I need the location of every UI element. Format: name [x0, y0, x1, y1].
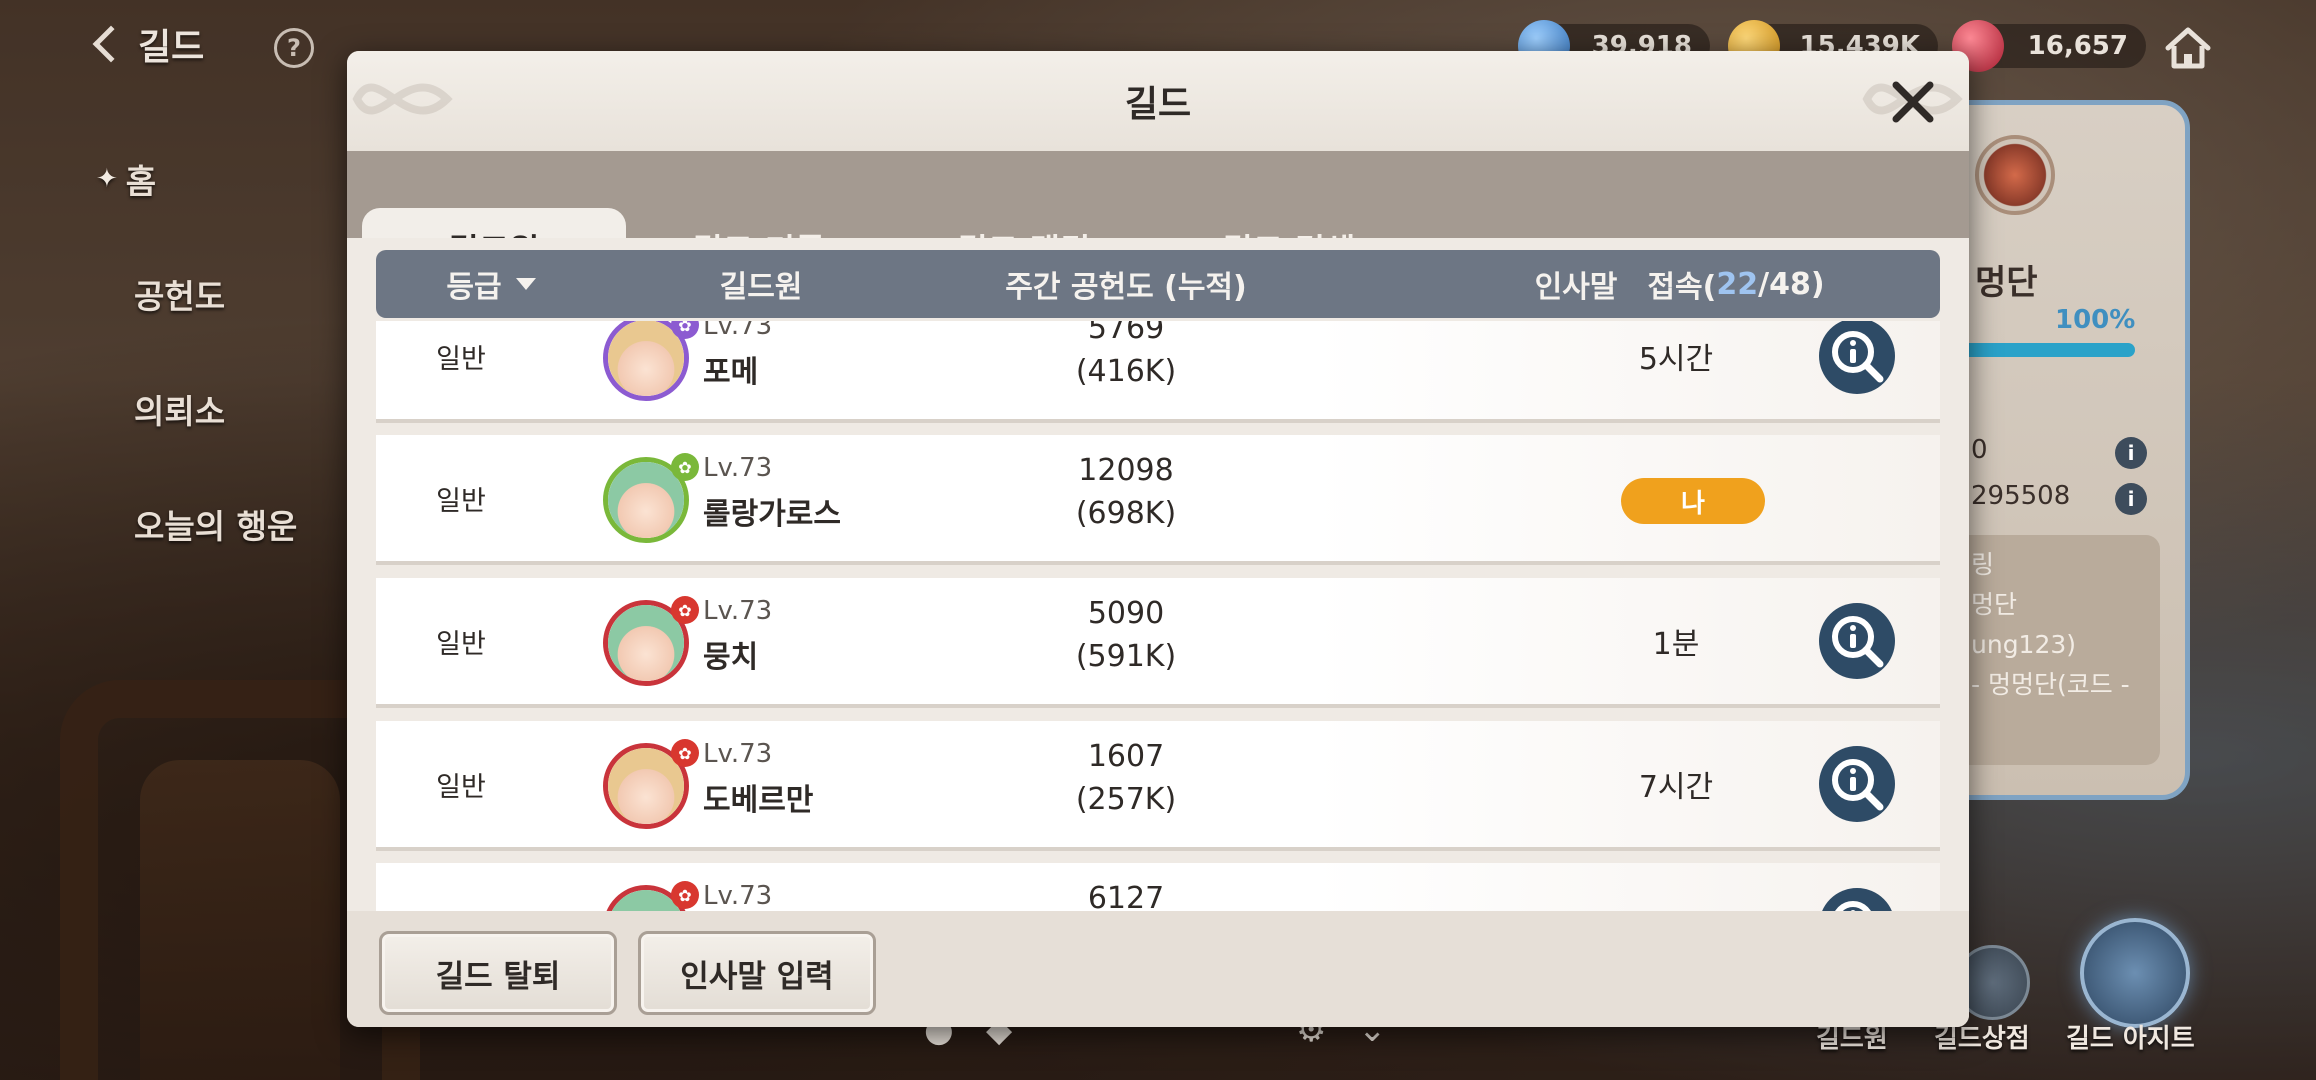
guild-progress-label: 100%	[2055, 305, 2136, 335]
modal-header: 길드	[347, 51, 1969, 151]
guild-notice-box: 링 멍단 ung123) - 멍멍단(코드 -	[1945, 535, 2160, 765]
guild-hideout-icon[interactable]	[2080, 918, 2190, 1028]
member-info-button[interactable]	[1819, 603, 1895, 679]
online-count: 22	[1716, 266, 1759, 302]
member-level: Lv.73	[703, 881, 773, 911]
member-name: 롤랑가로스	[703, 497, 841, 532]
chevron-left-icon	[92, 25, 130, 63]
member-rank: 일반	[436, 771, 486, 803]
member-contribution: 12098 (698K)	[976, 449, 1276, 535]
notice-line: ung123)	[1971, 630, 2077, 659]
side-menu-home-label: 홈	[125, 162, 157, 201]
online-prefix: 접속(	[1647, 270, 1717, 305]
guild-modal: 길드 길드원 길드 기록 길드 랭킹 길드 검색 등급 길드원 주간 공헌도 (…	[347, 51, 1969, 1027]
greeting-input-button[interactable]: 인사말 입력	[638, 931, 876, 1015]
member-info-button[interactable]	[1819, 746, 1895, 822]
column-rank-label: 등급	[446, 270, 502, 305]
member-rank: 일반	[436, 343, 486, 375]
guild-progress-bar	[1945, 343, 2135, 357]
member-name: 도베르만	[703, 783, 814, 818]
member-level: Lv.73	[703, 739, 773, 769]
member-rank: 일반	[436, 628, 486, 660]
element-badge-icon: ✿	[671, 453, 699, 481]
last-online: 5시간	[1638, 342, 1714, 377]
info-icon[interactable]: i	[2115, 483, 2147, 515]
online-suffix: /48)	[1758, 266, 1825, 302]
total-contribution: (698K)	[1075, 496, 1177, 531]
back-button[interactable]: 길드	[88, 18, 204, 70]
currency-gem[interactable]: 16,657	[1952, 20, 2146, 72]
notice-line: 멍단	[1971, 590, 2018, 619]
weekly-contribution: 12098	[1078, 453, 1174, 488]
total-contribution: (416K)	[1075, 354, 1177, 389]
member-row[interactable]: 일반 ✿ Lv.73 도베르만 1607 (257K) 7시간	[376, 721, 1940, 851]
member-table-header: 등급 길드원 주간 공헌도 (누적) 인사말 접속(22/48)	[376, 250, 1940, 318]
column-member: 길드원	[719, 270, 803, 305]
close-button[interactable]	[1886, 75, 1940, 129]
notice-line: 링	[1971, 550, 1995, 579]
element-badge-icon: ✿	[671, 739, 699, 767]
side-menu: ✦ 홈 공헌도 의뢰소 오늘의 행운	[96, 150, 297, 610]
sparkle-icon: ✦	[96, 164, 118, 194]
member-rank: 일반	[436, 485, 486, 517]
guild-name: 멍단	[1975, 263, 2038, 303]
modal-footer: 길드 탈퇴 인사말 입력	[347, 911, 1969, 1027]
member-level: Lv.73	[703, 453, 773, 483]
notice-line: - 멍멍단(코드 -	[1971, 670, 2130, 699]
last-online: 1분	[1652, 627, 1700, 662]
member-info-button[interactable]	[1819, 321, 1895, 394]
element-badge-icon: ✿	[671, 881, 699, 909]
magnifier-info-icon	[1832, 331, 1884, 383]
member-row[interactable]: 일반 ✿ Lv.73 롤랑가로스 12098 (698K) 나	[376, 435, 1940, 565]
member-row[interactable]: 일반 ✿ Lv.73 뭉치 5090 (591K) 1분	[376, 578, 1940, 708]
sort-down-icon	[515, 278, 536, 290]
side-menu-requests[interactable]: 의뢰소	[96, 380, 297, 438]
guild-stat-1: 0	[1971, 435, 1988, 465]
guild-hideout-button[interactable]: 길드 아지트	[2066, 1018, 2195, 1055]
column-online: 접속(22/48)	[1556, 250, 1916, 318]
magnifier-info-icon	[1832, 759, 1884, 811]
info-icon[interactable]: i	[2115, 437, 2147, 469]
me-badge: 나	[1621, 478, 1765, 524]
guild-emblem	[1975, 135, 2055, 215]
page-title: 길드	[138, 27, 205, 68]
total-contribution: (257K)	[1075, 782, 1177, 817]
column-rank[interactable]: 등급	[376, 250, 606, 318]
guild-info-panel: 멍단 100% 0 i 295508 i 링 멍단 ung123) - 멍멍단(…	[1940, 100, 2190, 800]
currency-gem-value: 16,657	[2027, 31, 2128, 61]
member-contribution: 1607 (257K)	[976, 735, 1276, 821]
last-online: 7시간	[1638, 770, 1714, 805]
member-level: Lv.73	[703, 596, 773, 626]
column-contribution: 주간 공헌도 (누적)	[1005, 270, 1247, 305]
modal-title: 길드	[1124, 84, 1192, 125]
member-contribution: 5769 (416K)	[976, 321, 1276, 393]
weekly-contribution: 5090	[1087, 596, 1165, 631]
element-badge-icon: ✿	[671, 596, 699, 624]
side-menu-contribution[interactable]: 공헌도	[96, 265, 297, 323]
member-contribution: 5090 (591K)	[976, 592, 1276, 678]
side-menu-daily-fortune[interactable]: 오늘의 행운	[96, 495, 297, 553]
magnifier-info-icon	[1832, 616, 1884, 668]
side-menu-home[interactable]: ✦ 홈	[96, 150, 297, 208]
member-level: Lv.73	[703, 321, 773, 341]
help-icon[interactable]: ?	[274, 28, 314, 68]
member-name: 포메	[703, 355, 759, 390]
member-name: 뭉치	[703, 640, 759, 675]
home-icon[interactable]	[2162, 22, 2214, 74]
member-row[interactable]: 일반 ✿ Lv.73 포메 5769 (416K) 5시간	[376, 321, 1940, 423]
weekly-contribution: 5769	[1087, 321, 1165, 346]
guild-stat-2: 295508	[1971, 481, 2071, 511]
leave-guild-button[interactable]: 길드 탈퇴	[379, 931, 617, 1015]
weekly-contribution: 1607	[1087, 739, 1165, 774]
close-icon	[1892, 81, 1934, 123]
member-list[interactable]: 일반 ✿ Lv.73 포메 5769 (416K) 5시간 일반 ✿ Lv.73 롤랑가로스 1209…	[376, 321, 1940, 957]
total-contribution: (591K)	[1075, 639, 1177, 674]
